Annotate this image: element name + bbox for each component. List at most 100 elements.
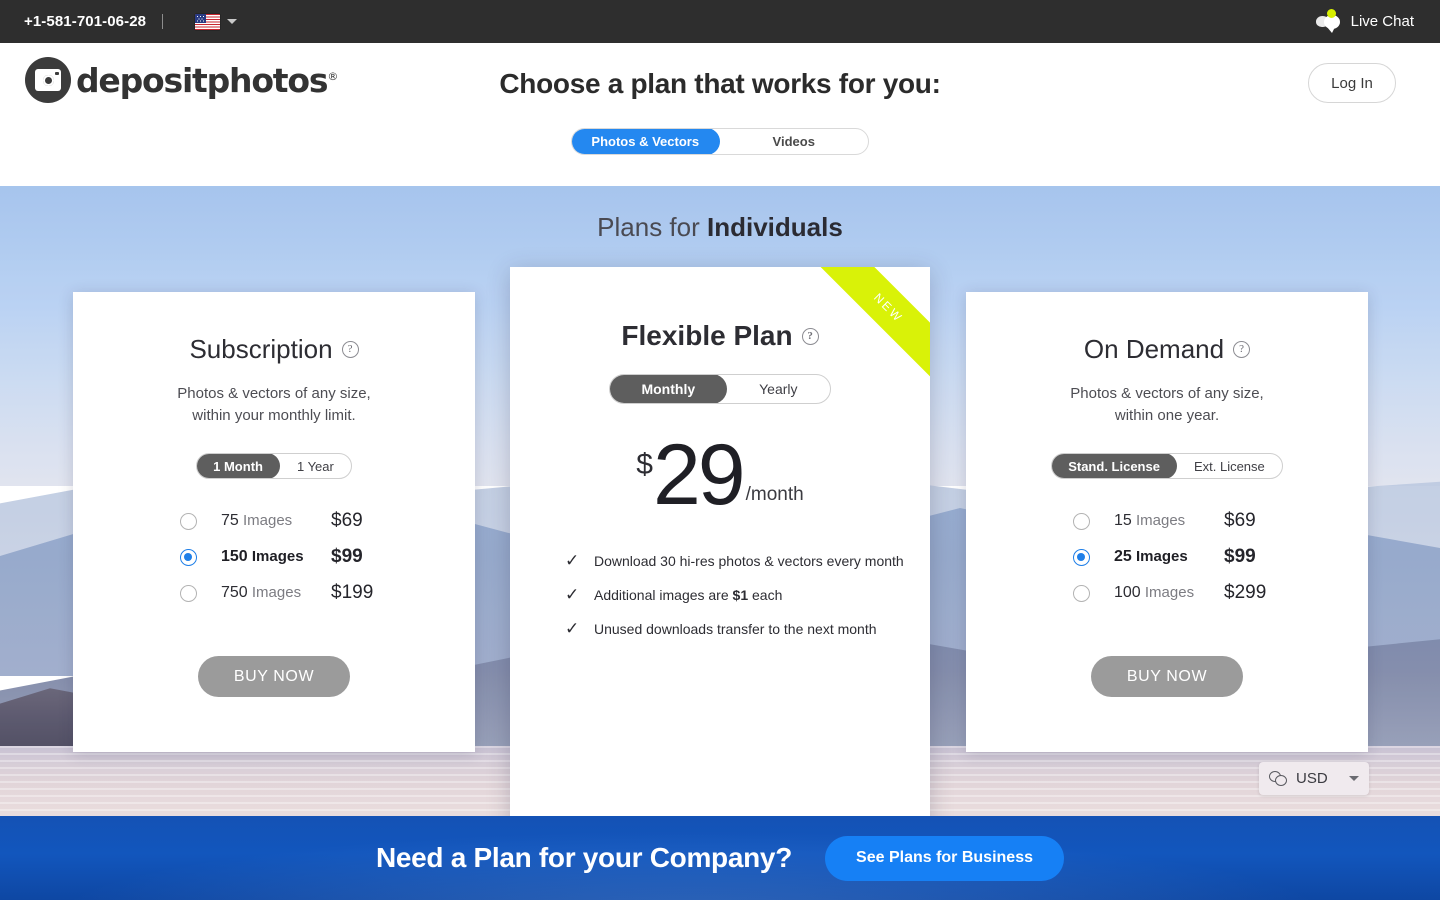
us-flag-icon [195, 13, 221, 30]
on-demand-description-line1: Photos & vectors of any size, [1070, 385, 1264, 402]
tab-photos-vectors[interactable]: Photos & Vectors [572, 129, 720, 154]
top-utility-bar: +1-581-701-06-28 Live Chat [0, 0, 1440, 43]
plan-card-on-demand: On Demand ? Photos & vectors of any size… [966, 292, 1368, 752]
option-label: 750 Images [221, 584, 331, 602]
option-row[interactable]: 150 Images $99 [180, 539, 475, 575]
subscription-description: Photos & vectors of any size, within you… [73, 383, 475, 427]
option-count: 100 [1114, 584, 1141, 601]
subscription-title-row: Subscription ? [73, 334, 475, 365]
option-unit: Images [1135, 512, 1186, 529]
option-row[interactable]: 100 Images $299 [1073, 575, 1368, 611]
subscription-title: Subscription [189, 334, 333, 364]
option-row[interactable]: 75 Images $69 [180, 503, 475, 539]
tab-monthly[interactable]: Monthly [610, 375, 728, 403]
tab-yearly[interactable]: Yearly [727, 375, 829, 403]
feature-row: ✓ Additional images are $1 each [565, 586, 930, 620]
coins-icon [1269, 770, 1288, 787]
option-price: $69 [1224, 510, 1256, 531]
option-price: $69 [331, 510, 363, 531]
option-label: 25 Images [1114, 548, 1224, 566]
option-label: 15 Images [1114, 512, 1224, 530]
topbar-left-group: +1-581-701-06-28 [0, 13, 238, 30]
language-selector[interactable] [195, 13, 238, 30]
option-label: 150 Images [221, 548, 331, 566]
feature-text: Download 30 hi-res photos & vectors ever… [594, 553, 904, 569]
tab-extended-license[interactable]: Ext. License [1177, 454, 1282, 478]
question-mark-icon[interactable]: ? [341, 341, 359, 358]
tab-videos[interactable]: Videos [720, 129, 869, 154]
subscription-period-tabs[interactable]: 1 Month 1 Year [196, 453, 352, 479]
feature-text: Unused downloads transfer to the next mo… [594, 621, 877, 637]
media-type-tabs[interactable]: Photos & Vectors Videos [571, 128, 869, 155]
site-header: depositphotos® Choose a plan that works … [0, 43, 1440, 186]
feature-row: ✓ Unused downloads transfer to the next … [565, 620, 930, 654]
currency-selector[interactable]: USD [1259, 762, 1369, 795]
option-row[interactable]: 15 Images $69 [1073, 503, 1368, 539]
on-demand-title: On Demand [1083, 334, 1225, 364]
option-row[interactable]: 25 Images $99 [1073, 539, 1368, 575]
currency-value: USD [1296, 770, 1328, 787]
phone-number[interactable]: +1-581-701-06-28 [24, 13, 146, 30]
radio-button[interactable] [1073, 584, 1090, 602]
plans-heading-strong: Individuals [707, 212, 843, 242]
tab-standard-license[interactable]: Stand. License [1052, 454, 1177, 478]
check-icon: ✓ [565, 551, 580, 570]
see-plans-for-business-button[interactable]: See Plans for Business [825, 835, 1065, 881]
option-unit: Images [242, 512, 293, 529]
page-title: Choose a plan that works for you: [499, 68, 941, 99]
subscription-options: 75 Images $69 150 Images $99 750 Images … [73, 503, 475, 611]
question-mark-icon[interactable]: ? [1233, 341, 1251, 358]
option-row[interactable]: 750 Images $199 [180, 575, 475, 611]
new-badge-label: NEW [870, 290, 907, 326]
option-price: $199 [331, 582, 374, 603]
radio-button[interactable] [180, 548, 197, 566]
radio-button[interactable] [1073, 512, 1090, 530]
option-count: 150 [221, 548, 248, 565]
check-icon: ✓ [565, 585, 580, 604]
flexible-features: ✓ Download 30 hi-res photos & vectors ev… [510, 552, 930, 654]
price-period: /month [745, 484, 804, 505]
plans-heading: Plans for Individuals [0, 212, 1440, 243]
option-count: 75 [221, 512, 239, 529]
on-demand-options: 15 Images $69 25 Images $99 100 Images $… [966, 503, 1368, 611]
option-unit: Images [251, 584, 302, 601]
tab-1-year[interactable]: 1 Year [280, 454, 351, 478]
option-count: 15 [1114, 512, 1132, 529]
radio-button[interactable] [180, 512, 197, 530]
option-label: 75 Images [221, 512, 331, 530]
chevron-down-icon [1349, 776, 1359, 781]
question-mark-icon[interactable]: ? [801, 327, 819, 345]
flexible-price: $ 29 /month [510, 432, 930, 518]
flexible-title-row: Flexible Plan ? [510, 320, 930, 352]
live-chat-button[interactable]: Live Chat [1315, 8, 1440, 33]
on-demand-license-tabs[interactable]: Stand. License Ext. License [1051, 453, 1283, 479]
buy-now-button-subscription[interactable]: BUY NOW [198, 656, 350, 697]
option-unit: Images [1144, 584, 1195, 601]
plans-heading-prefix: Plans for [597, 212, 707, 242]
live-chat-label: Live Chat [1350, 13, 1414, 30]
tab-1-month[interactable]: 1 Month [197, 454, 280, 478]
option-price: $99 [1224, 546, 1256, 567]
subscription-description-line1: Photos & vectors of any size, [177, 385, 371, 402]
login-button[interactable]: Log In [1308, 63, 1396, 103]
option-count: 25 [1114, 548, 1132, 565]
feature-text-strong: $1 [732, 587, 749, 603]
buy-now-button-on-demand[interactable]: BUY NOW [1091, 656, 1243, 697]
price-currency-symbol: $ [636, 448, 653, 481]
feature-text-after: each [748, 587, 783, 603]
hero-section: Plans for Individuals Subscription ? Pho… [0, 186, 1440, 816]
chevron-down-icon [227, 19, 238, 24]
on-demand-title-row: On Demand ? [966, 334, 1368, 365]
check-icon: ✓ [565, 619, 580, 638]
on-demand-description: Photos & vectors of any size, within one… [966, 383, 1368, 427]
feature-text-before: Additional images are [594, 587, 733, 603]
subscription-description-line2: within your monthly limit. [192, 407, 356, 424]
option-unit: Images [251, 548, 304, 565]
option-price: $99 [331, 546, 363, 567]
radio-button[interactable] [1073, 548, 1090, 566]
flexible-period-tabs[interactable]: Monthly Yearly [609, 374, 831, 404]
feature-text: Additional images are $1 each [594, 586, 782, 604]
pricing-page: +1-581-701-06-28 Live Chat depositphotos… [0, 0, 1440, 900]
plan-card-subscription: Subscription ? Photos & vectors of any s… [73, 292, 475, 752]
radio-button[interactable] [180, 584, 197, 602]
